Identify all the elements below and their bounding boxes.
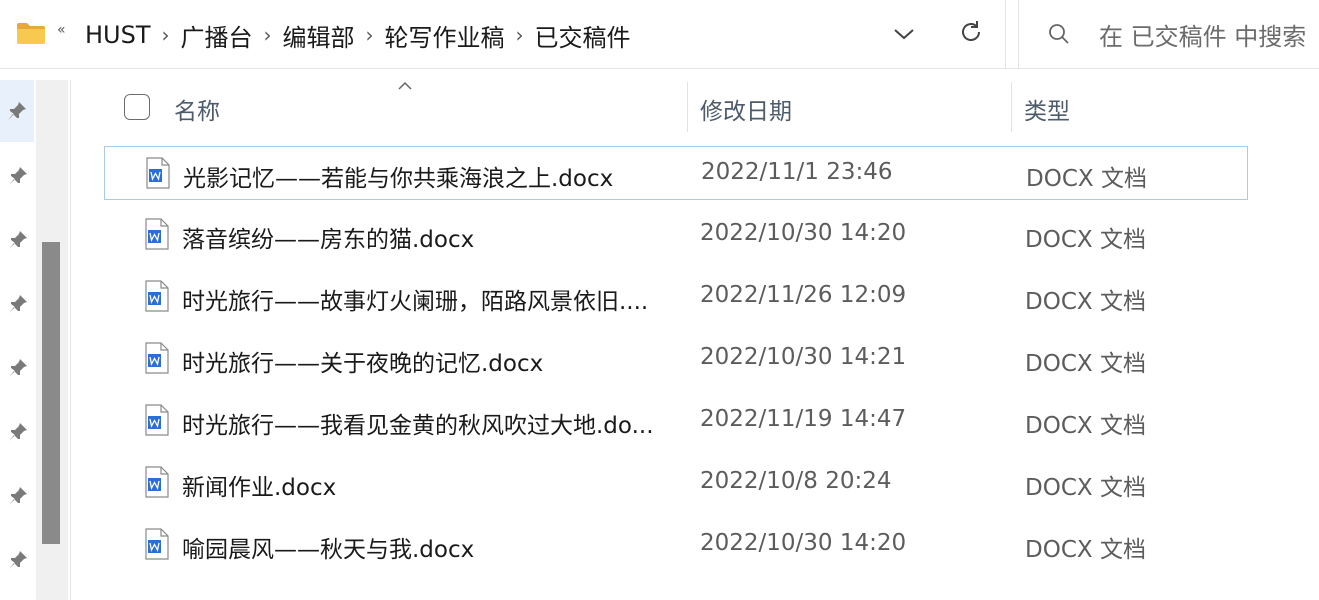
breadcrumb: HUST › 广播台 › 编辑部 › 轮写作业稿 › 已交稿件: [83, 17, 633, 53]
quick-access-item[interactable]: [6, 292, 30, 316]
pin-icon: [9, 551, 27, 569]
file-row[interactable]: 新闻作业.docx 2022/10/8 20:24 DOCX 文档: [104, 456, 1248, 510]
navigation-scrollbar[interactable]: [36, 80, 68, 600]
file-type: DOCX 文档: [1026, 166, 1147, 192]
word-document-icon: [145, 280, 169, 312]
refresh-icon: [962, 21, 980, 41]
column-header-type[interactable]: 类型: [1024, 92, 1070, 126]
file-name: 落音缤纷——房东的猫.docx: [182, 227, 475, 253]
file-type: DOCX 文档: [1025, 537, 1146, 563]
word-document-icon: [145, 404, 169, 436]
pin-icon: [9, 423, 27, 441]
column-header-modified[interactable]: 修改日期: [700, 92, 792, 126]
pin-icon: [9, 359, 27, 377]
file-type: DOCX 文档: [1025, 351, 1146, 377]
file-modified-date: 2022/10/8 20:24: [700, 468, 892, 494]
file-name: 新闻作业.docx: [182, 475, 337, 501]
pin-icon: [8, 102, 26, 120]
chevron-down-icon: [894, 29, 914, 40]
breadcrumb-separator-icon[interactable]: ›: [153, 23, 179, 47]
column-divider[interactable]: [687, 82, 688, 132]
word-document-icon: [145, 528, 169, 560]
pin-icon: [9, 487, 27, 505]
breadcrumb-item-editorial[interactable]: 编辑部: [281, 18, 357, 53]
file-modified-date: 2022/10/30 14:20: [700, 220, 907, 246]
sort-ascending-icon: [398, 81, 412, 90]
breadcrumb-overflow-button[interactable]: «: [57, 22, 66, 38]
column-header-name[interactable]: 名称: [174, 92, 220, 126]
file-name: 时光旅行——我看见金黄的秋风吹过大地.do...: [182, 413, 654, 439]
quick-access-item[interactable]: [6, 356, 30, 380]
file-row[interactable]: 喻园晨风——秋天与我.docx 2022/10/30 14:20 DOCX 文档: [104, 518, 1248, 572]
file-type: DOCX 文档: [1025, 475, 1146, 501]
select-all-checkbox[interactable]: [124, 94, 150, 120]
file-modified-date: 2022/11/1 23:46: [701, 159, 893, 185]
file-row[interactable]: 时光旅行——关于夜晚的记忆.docx 2022/10/30 14:21 DOCX…: [104, 332, 1248, 386]
file-modified-date: 2022/10/30 14:21: [700, 344, 907, 370]
navigation-pane: [0, 80, 36, 600]
pin-icon: [9, 167, 27, 185]
breadcrumb-item-hust[interactable]: HUST: [83, 21, 153, 49]
details-pane-edge: [1251, 80, 1319, 600]
quick-access-item[interactable]: [6, 484, 30, 508]
file-row[interactable]: 时光旅行——故事灯火阑珊，陌路风景依旧.... 2022/11/26 12:09…: [104, 270, 1248, 324]
column-divider[interactable]: [1011, 82, 1012, 132]
file-name: 喻园晨风——秋天与我.docx: [182, 537, 475, 563]
refresh-button[interactable]: [953, 14, 989, 50]
file-name: 时光旅行——故事灯火阑珊，陌路风景依旧....: [182, 289, 649, 315]
breadcrumb-item-drafts[interactable]: 轮写作业稿: [383, 18, 507, 53]
quick-access-item[interactable]: [6, 164, 30, 188]
file-row[interactable]: 落音缤纷——房东的猫.docx 2022/10/30 14:20 DOCX 文档: [104, 208, 1248, 262]
quick-access-item[interactable]: [6, 548, 30, 572]
quick-access-item[interactable]: [0, 80, 34, 142]
file-name: 时光旅行——关于夜晚的记忆.docx: [182, 351, 544, 377]
pin-icon: [9, 231, 27, 249]
file-modified-date: 2022/11/26 12:09: [700, 282, 907, 308]
word-document-icon: [145, 342, 169, 374]
file-type: DOCX 文档: [1025, 413, 1146, 439]
file-type: DOCX 文档: [1025, 289, 1146, 315]
file-row[interactable]: 光影记忆——若能与你共乘海浪之上.docx 2022/11/1 23:46 DO…: [104, 146, 1248, 200]
pane-divider: [70, 80, 71, 600]
search-placeholder: 在 已交稿件 中搜索: [1099, 23, 1307, 51]
address-bar: « HUST › 广播台 › 编辑部 › 轮写作业稿 › 已交稿件 在 已交稿件…: [0, 0, 1319, 69]
column-header: 名称 修改日期 类型: [71, 80, 1251, 134]
pin-icon: [9, 295, 27, 313]
address-history-button[interactable]: [887, 17, 921, 51]
folder-icon: [17, 23, 45, 44]
breadcrumb-item-submitted[interactable]: 已交稿件: [533, 18, 633, 53]
search-icon: [1049, 24, 1069, 44]
breadcrumb-separator-icon[interactable]: ›: [255, 23, 281, 47]
breadcrumb-separator-icon[interactable]: ›: [507, 23, 533, 47]
file-modified-date: 2022/10/30 14:20: [700, 530, 907, 556]
word-document-icon: [146, 157, 170, 189]
search-input[interactable]: 在 已交稿件 中搜索: [1018, 0, 1319, 69]
file-type: DOCX 文档: [1025, 227, 1146, 253]
breadcrumb-item-broadcast[interactable]: 广播台: [179, 18, 255, 53]
quick-access-item[interactable]: [6, 420, 30, 444]
word-document-icon: [145, 218, 169, 250]
address-divider: [1005, 0, 1006, 69]
scrollbar-thumb[interactable]: [42, 242, 60, 544]
quick-access-item[interactable]: [6, 228, 30, 252]
file-name: 光影记忆——若能与你共乘海浪之上.docx: [183, 166, 614, 192]
file-row[interactable]: 时光旅行——我看见金黄的秋风吹过大地.do... 2022/11/19 14:4…: [104, 394, 1248, 448]
breadcrumb-separator-icon[interactable]: ›: [357, 23, 383, 47]
word-document-icon: [145, 466, 169, 498]
file-modified-date: 2022/11/19 14:47: [700, 406, 907, 432]
